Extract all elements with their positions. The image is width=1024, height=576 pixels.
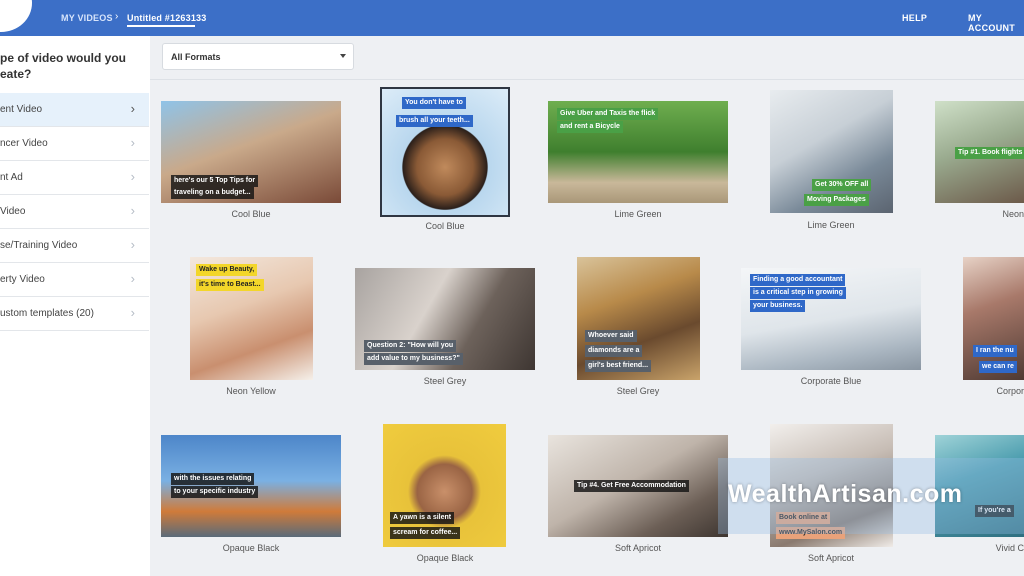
template-caption: Corporate Blue: [800, 376, 862, 386]
sidebar-item-4[interactable]: se/Training Video ›: [0, 229, 149, 263]
template-card[interactable]: A yawn is a silent scream for coffee...: [383, 424, 506, 547]
breadcrumb-my-videos[interactable]: MY VIDEOS: [61, 13, 113, 23]
sidebar-item-label: ustom templates (20): [0, 308, 94, 319]
template-caption: Neon: [935, 209, 1024, 219]
template-overlay-text: add value to my business?": [364, 353, 463, 365]
template-overlay-text: to your specific industry: [171, 486, 259, 498]
template-caption-text: Neon: [1002, 209, 1024, 219]
template-overlay-text: Tip #1. Book flights: [955, 147, 1024, 159]
template-caption: Lime Green: [614, 209, 662, 219]
sidebar-item-label: ncer Video: [0, 138, 48, 149]
template-caption: Opaque Black: [416, 553, 474, 563]
template-caption: Soft Apricot: [807, 553, 855, 563]
template-overlay-text: scream for coffee...: [390, 527, 461, 539]
sidebar-item-label: Video: [0, 206, 26, 217]
template-overlay-text: Finding a good accountant: [750, 274, 846, 286]
template-caption: Neon Yellow: [226, 386, 276, 396]
template-card[interactable]: Get 30% OFF all Moving Packages: [770, 90, 893, 213]
template-overlay-text: Wake up Beauty,: [196, 264, 258, 276]
template-overlay-text: Question 2: "How will you: [364, 340, 457, 352]
template-caption: Steel Grey: [423, 376, 467, 386]
chevron-right-icon: ›: [130, 237, 135, 252]
sidebar-item-2[interactable]: nt Ad ›: [0, 161, 149, 195]
template-overlay-text: traveling on a budget...: [171, 187, 254, 199]
template-card[interactable]: Finding a good accountant is a critical …: [741, 268, 921, 370]
sidebar-question: pe of video would you eate?: [0, 50, 150, 82]
sidebar-item-1[interactable]: ncer Video ›: [0, 127, 149, 161]
divider: [150, 79, 1024, 80]
template-overlay-text: Give Uber and Taxis the flick: [557, 108, 659, 120]
caret-down-icon: [340, 54, 346, 58]
template-overlay-text: diamonds are a: [585, 345, 643, 357]
template-card[interactable]: Whoever said diamonds are a girl's best …: [577, 257, 700, 380]
template-overlay-text: A yawn is a silent: [390, 512, 455, 524]
template-caption: Steel Grey: [616, 386, 660, 396]
logo[interactable]: [0, 0, 32, 32]
template-caption: Lime Green: [807, 220, 855, 230]
breadcrumb-separator: ›: [115, 11, 119, 22]
chevron-right-icon: ›: [130, 169, 135, 184]
template-caption-text: Vivid C: [995, 543, 1024, 553]
template-card[interactable]: here's our 5 Top Tips for traveling on a…: [161, 101, 341, 203]
template-overlay-text: I ran the nu: [973, 345, 1017, 357]
template-overlay-text: Get 30% OFF all: [812, 179, 872, 191]
format-select-value: All Formats: [171, 52, 221, 62]
sidebar: pe of video would you eate? ent Video › …: [0, 36, 150, 576]
template-caption: Vivid C: [935, 543, 1024, 553]
sidebar-item-label: erty Video: [0, 274, 45, 285]
chevron-right-icon: ›: [130, 271, 135, 286]
template-caption: Soft Apricot: [614, 543, 662, 553]
template-caption: Cool Blue: [425, 221, 465, 231]
template-card[interactable]: Give Uber and Taxis the flick and rent a…: [548, 101, 728, 203]
template-card-selected[interactable]: You don't have to brush all your teeth..…: [380, 87, 510, 217]
template-overlay-text: and rent a Bicycle: [557, 121, 623, 133]
template-card[interactable]: Tip #4. Get Free Accommodation: [548, 435, 728, 537]
my-account-link[interactable]: MY ACCOUNT: [968, 13, 1024, 33]
template-overlay-text: You don't have to: [402, 97, 466, 109]
template-card[interactable]: Question 2: "How will you add value to m…: [355, 268, 535, 370]
template-overlay-text: girl's best friend...: [585, 360, 652, 372]
sidebar-item-label: se/Training Video: [0, 240, 78, 251]
sidebar-item-3[interactable]: Video ›: [0, 195, 149, 229]
sidebar-item-label: nt Ad: [0, 172, 23, 183]
template-overlay-text: we can re: [979, 361, 1017, 373]
template-overlay-text: here's our 5 Top Tips for: [171, 175, 259, 187]
template-overlay-text: Tip #4. Get Free Accommodation: [574, 480, 689, 492]
sidebar-item-label: ent Video: [0, 104, 43, 115]
template-card[interactable]: Wake up Beauty, it's time to Beast...: [190, 257, 313, 380]
template-overlay-text: is a critical step in growing: [750, 287, 846, 299]
template-overlay-text: your business.: [750, 300, 806, 312]
template-card[interactable]: with the issues relating to your specifi…: [161, 435, 341, 537]
template-overlay-text: Moving Packages: [804, 194, 869, 206]
sidebar-question-line1: pe of video would you: [0, 51, 126, 65]
chevron-right-icon: ›: [130, 101, 135, 116]
watermark: WealthArtisan.com: [728, 480, 963, 508]
sidebar-item-0[interactable]: ent Video ›: [0, 93, 149, 127]
template-caption-text: Corpor: [996, 386, 1024, 396]
top-bar: MY VIDEOS › Untitled #1263133 HELP MY AC…: [0, 0, 1024, 36]
template-card[interactable]: I ran the nu we can re: [963, 257, 1024, 380]
chevron-right-icon: ›: [130, 203, 135, 218]
chevron-right-icon: ›: [130, 135, 135, 150]
chevron-right-icon: ›: [130, 305, 135, 320]
template-overlay-text: Whoever said: [585, 330, 637, 342]
template-overlay-text: with the issues relating: [171, 473, 255, 485]
template-card[interactable]: Tip #1. Book flights: [935, 101, 1024, 203]
breadcrumb-current[interactable]: Untitled #1263133: [127, 13, 206, 23]
format-select[interactable]: All Formats: [162, 43, 354, 70]
help-link[interactable]: HELP: [902, 13, 927, 23]
template-caption: Cool Blue: [231, 209, 271, 219]
template-overlay-text: brush all your teeth...: [396, 115, 473, 127]
template-caption: Corpor: [963, 386, 1024, 396]
template-overlay-text: it's time to Beast...: [196, 279, 264, 291]
sidebar-question-line2: eate?: [0, 67, 32, 81]
breadcrumb-active-underline: [127, 25, 195, 27]
template-caption: Opaque Black: [222, 543, 280, 553]
sidebar-item-5[interactable]: erty Video ›: [0, 263, 149, 297]
sidebar-item-custom-templates[interactable]: ustom templates (20) ›: [0, 297, 149, 331]
